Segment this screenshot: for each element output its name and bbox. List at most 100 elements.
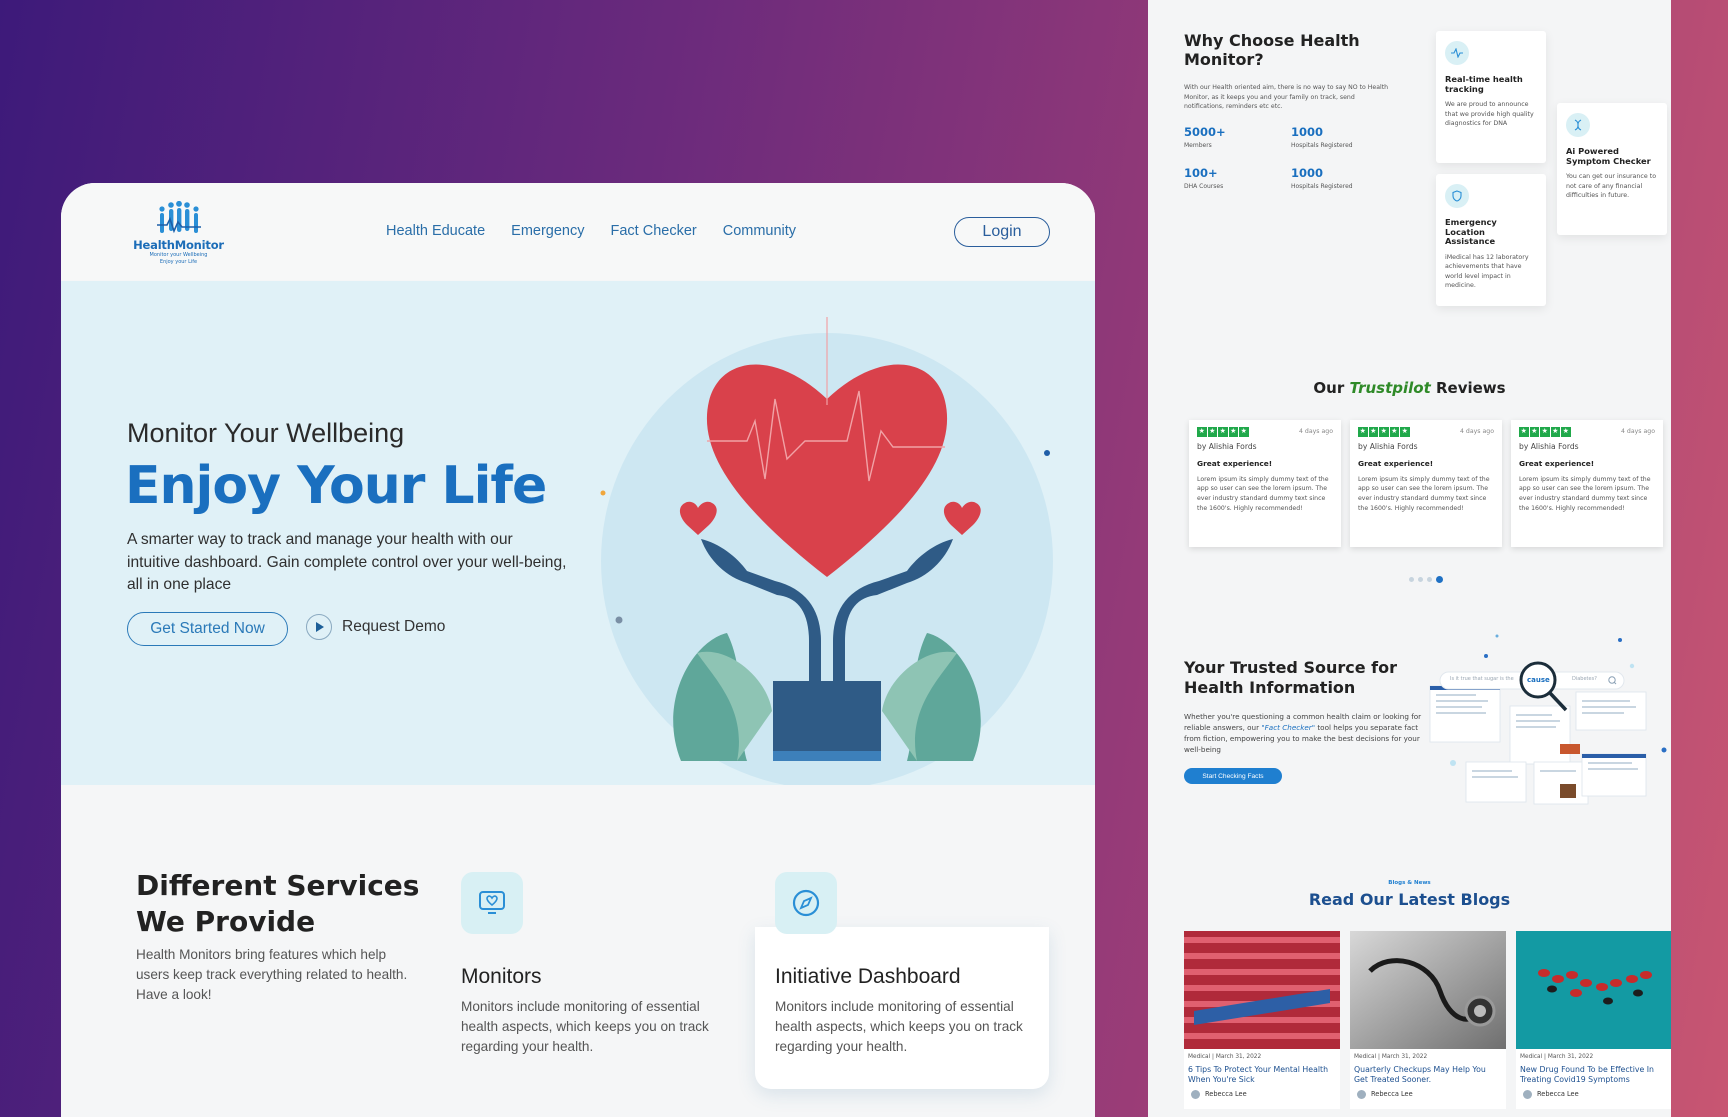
blog-meta: Medical | March 31, 2022	[1520, 1054, 1594, 1060]
blog-image-stethoscope	[1350, 931, 1506, 1049]
review-card[interactable]: ★ ★ ★ ★ ★ 4 days ago by Alishia Fords Great …	[1350, 420, 1502, 547]
fact-checker-illustration: Is it true that sugar is the cause Diabe…	[1426, 632, 1671, 807]
review-date: 4 days ago	[1460, 428, 1494, 435]
hero-description: A smarter way to track and manage your h…	[127, 531, 567, 593]
carousel-dot[interactable]	[1409, 577, 1414, 582]
blog-category: Medical	[1354, 1054, 1377, 1060]
blog-date: March 31, 2022	[1215, 1054, 1262, 1060]
review-author: by Alishia Fords	[1358, 441, 1418, 451]
search-highlight: cause	[1527, 676, 1550, 684]
services-section: Different Services We Provide Health Mon…	[61, 785, 1095, 1117]
logo-tagline: Monitor your Wellbeing	[149, 252, 208, 258]
blog-meta: Medical | March 31, 2022	[1188, 1054, 1262, 1060]
blog-image-anxiety	[1184, 931, 1340, 1049]
services-title-line2: We Provide	[136, 905, 316, 938]
blog-author: Rebecca Lee	[1184, 1085, 1340, 1099]
monitors-card-title: Monitors	[461, 965, 542, 988]
shield-icon	[1445, 184, 1469, 208]
dna-icon	[1566, 113, 1590, 137]
search-claim-text: Is it true that sugar is the	[1450, 676, 1514, 682]
blog-card[interactable]: Medical | March 31, 2022 Quarterly Check…	[1350, 931, 1506, 1109]
search-tail-text: Diabetes?	[1572, 676, 1597, 682]
stat-label: Hospitals Registered	[1291, 142, 1353, 149]
logo-tagline-2: Enjoy your Life	[159, 259, 198, 265]
nav-fact-checker[interactable]: Fact Checker	[611, 223, 697, 239]
blog-author-name: Rebecca Lee	[1537, 1090, 1579, 1099]
stat-value: 5000+	[1184, 125, 1226, 139]
blog-author: Rebecca Lee	[1516, 1085, 1671, 1099]
review-author: by Alishia Fords	[1519, 441, 1579, 451]
hero-subtitle: Monitor Your Wellbeing	[127, 418, 405, 448]
logo[interactable]: HealthMonitor Monitor your Wellbeing Enj…	[131, 200, 226, 266]
why-title-line1: Why Choose Health	[1184, 31, 1360, 50]
login-button[interactable]: Login	[954, 217, 1050, 247]
blog-author-name: Rebecca Lee	[1371, 1090, 1413, 1099]
blogs-kicker: Blogs & News	[1388, 880, 1431, 886]
blog-title[interactable]: 6 Tips To Protect Your Mental Health Whe…	[1184, 1060, 1340, 1085]
trustpilot-brand: Trustpilot	[1349, 379, 1431, 397]
feature-description: You can get our insurance to not care of…	[1566, 173, 1657, 199]
landing-page-card: HealthMonitor Monitor your Wellbeing Enj…	[61, 183, 1095, 1117]
services-title: Different Services We Provide	[136, 868, 419, 940]
stat-value: 100+	[1184, 166, 1218, 180]
stat-label: DHA Courses	[1184, 183, 1224, 190]
avatar	[1191, 1089, 1200, 1099]
nav-health-educate[interactable]: Health Educate	[386, 223, 485, 239]
fact-checker-link[interactable]: "Fact Checker"	[1261, 723, 1315, 732]
top-navbar: HealthMonitor Monitor your Wellbeing Enj…	[61, 183, 1095, 280]
monitors-card-description: Monitors include monitoring of essential…	[461, 999, 709, 1054]
request-demo-label: Request Demo	[342, 618, 446, 635]
stat-value: 1000	[1291, 166, 1324, 180]
stat-hospitals: 1000 Hospitals Registered	[1291, 125, 1353, 149]
review-headline: Great experience!	[1197, 458, 1273, 468]
blog-title[interactable]: New Drug Found To be Effective In Treati…	[1516, 1060, 1671, 1085]
blog-date: March 31, 2022	[1381, 1054, 1428, 1060]
blog-meta: Medical | March 31, 2022	[1354, 1054, 1428, 1060]
blog-card[interactable]: Medical | March 31, 2022 6 Tips To Prote…	[1184, 931, 1340, 1109]
blog-category: Medical	[1188, 1054, 1211, 1060]
nav-community[interactable]: Community	[723, 223, 796, 239]
review-headline: Great experience!	[1519, 458, 1595, 468]
dashboard-card-title: Initiative Dashboard	[775, 965, 961, 988]
blog-card[interactable]: Medical | March 31, 2022 New Drug Found …	[1516, 931, 1671, 1109]
request-demo-button[interactable]: Request Demo	[306, 614, 445, 640]
stat-label: Members	[1184, 142, 1212, 149]
hero-title: Enjoy Your Life	[125, 456, 547, 516]
stat-hospitals-2: 1000 Hospitals Registered	[1291, 166, 1353, 190]
blog-title[interactable]: Quarterly Checkups May Help You Get Trea…	[1350, 1060, 1506, 1085]
play-icon	[306, 614, 332, 640]
nav-emergency[interactable]: Emergency	[511, 223, 584, 239]
feature-card-symptom: Ai Powered Symptom Checker You can get o…	[1557, 103, 1667, 235]
feature-description: iMedical has 12 laboratory achievements …	[1445, 253, 1529, 290]
services-title-line1: Different Services	[136, 869, 420, 902]
review-card[interactable]: ★ ★ ★ ★ ★ 4 days ago by Alishia Fords Great …	[1511, 420, 1663, 547]
reviews-title-post: Reviews	[1430, 379, 1506, 397]
carousel-dot[interactable]	[1418, 577, 1423, 582]
stat-value: 1000	[1291, 125, 1324, 139]
carousel-dots	[1409, 576, 1443, 583]
why-title-line2: Monitor?	[1184, 50, 1264, 69]
feature-card-emergency: Emergency Location Assistance iMedical h…	[1436, 174, 1546, 306]
dashboard-card-description: Monitors include monitoring of essential…	[775, 999, 1023, 1054]
get-started-button[interactable]: Get Started Now	[127, 612, 288, 646]
blog-author: Rebecca Lee	[1350, 1085, 1506, 1099]
reviews-title-pre: Our	[1313, 379, 1350, 397]
avatar	[1357, 1089, 1366, 1099]
start-checking-facts-button[interactable]: Start Checking Facts	[1184, 768, 1282, 784]
review-date: 4 days ago	[1621, 428, 1655, 435]
blog-author-name: Rebecca Lee	[1205, 1090, 1247, 1099]
review-body: Lorem ipsum its simply dummy text of the…	[1197, 475, 1329, 512]
trusted-title: Your Trusted Source for Health Informati…	[1184, 658, 1397, 698]
trusted-description: Whether you're questioning a common heal…	[1184, 711, 1424, 755]
review-headline: Great experience!	[1358, 458, 1434, 468]
heart-hands-illustration	[597, 281, 1095, 789]
stat-courses: 100+ DHA Courses	[1184, 166, 1223, 190]
trusted-title-line2: Health Information	[1184, 678, 1356, 697]
review-author: by Alishia Fords	[1197, 441, 1257, 451]
carousel-dot-active[interactable]	[1436, 576, 1443, 583]
blog-image-pills	[1516, 931, 1671, 1049]
nav-links: Health Educate Emergency Fact Checker Co…	[386, 223, 822, 239]
review-card[interactable]: ★ ★ ★ ★ ★ 4 days ago by Alishia Fords Great …	[1189, 420, 1341, 547]
stat-members: 5000+ Members	[1184, 125, 1226, 149]
carousel-dot[interactable]	[1427, 577, 1432, 582]
